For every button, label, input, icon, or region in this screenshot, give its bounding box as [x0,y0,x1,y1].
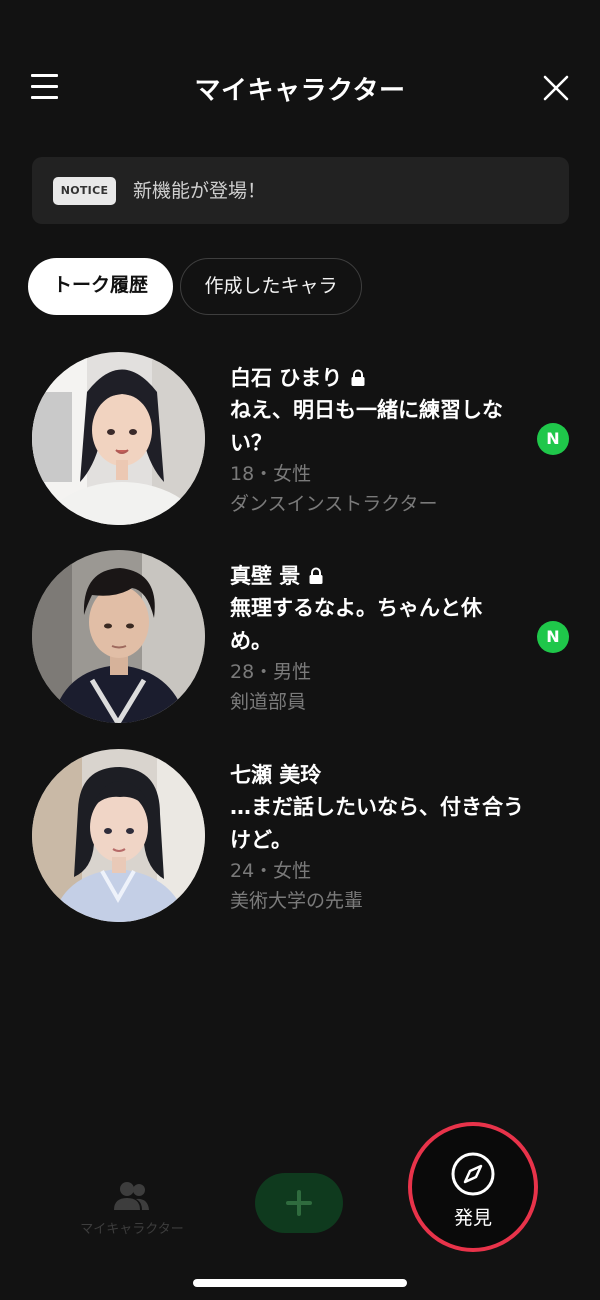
list-item[interactable]: 真壁 景 無理するなよ。ちゃんと休 め。 28・男性 剣道部員 N [0,550,600,730]
nav-discover-button[interactable]: 発見 [408,1122,538,1252]
character-name: 白石 ひまり [230,362,366,392]
tab-talk-history[interactable]: トーク履歴 [28,258,173,315]
character-age-gender: 18・女性 [230,463,312,485]
avatar [32,352,205,525]
notice-text: 新機能が登場！ [133,180,267,202]
character-name-text: 白石 ひまり [230,366,343,390]
character-role: ダンスインストラクター [230,493,438,515]
character-name-text: 七瀬 美玲 [230,763,322,787]
nav-my-characters[interactable]: マイキャラクター [74,1180,190,1240]
new-badge: N [537,621,569,653]
nav-my-characters-label: マイキャラクター [80,1222,184,1237]
last-message: 無理するなよ。ちゃんと休 め。 [230,592,530,658]
last-message-line: め。 [230,629,272,653]
plus-icon [286,1190,312,1216]
character-role: 剣道部員 [230,691,307,713]
close-icon[interactable] [540,72,572,104]
last-message-line: …まだ話したいなら、付き合う [230,795,524,819]
users-icon [114,1182,149,1210]
last-message-line: 無理するなよ。ちゃんと休 [230,596,482,620]
new-badge: N [537,423,569,455]
nav-discover-label: 発見 [453,1207,492,1229]
last-message-line: けど。 [230,828,292,852]
character-name: 真壁 景 [230,560,324,590]
character-role: 美術大学の先輩 [230,890,364,912]
lock-icon [350,368,366,386]
last-message: ねえ、明日も一緒に練習しな い？ [230,394,530,460]
notice-banner[interactable]: NOTICE 新機能が登場！ [32,157,569,224]
character-age-gender: 28・男性 [230,661,312,683]
character-name-text: 真壁 景 [230,564,301,588]
home-indicator [193,1279,407,1287]
tab-created-characters[interactable]: 作成したキャラ [180,258,362,315]
character-name: 七瀬 美玲 [230,759,321,789]
lock-icon [308,566,324,584]
last-message-line: い？ [230,431,272,455]
list-item[interactable]: 白石 ひまり ねえ、明日も一緒に練習しな い？ 18・女性 ダンスインストラクタ… [0,352,600,532]
page-title: マイキャラクター [194,76,406,106]
header: マイキャラクター [0,52,600,124]
avatar [32,749,205,922]
list-item[interactable]: 七瀬 美玲 …まだ話したいなら、付き合う けど。 24・女性 美術大学の先輩 [0,749,600,929]
avatar [32,550,205,723]
last-message: …まだ話したいなら、付き合う けど。 [230,791,530,857]
character-age-gender: 24・女性 [230,860,312,882]
last-message-line: ねえ、明日も一緒に練習しな [230,398,503,422]
add-character-button[interactable] [255,1173,343,1233]
notice-badge: NOTICE [53,177,116,205]
compass-icon [451,1152,495,1196]
